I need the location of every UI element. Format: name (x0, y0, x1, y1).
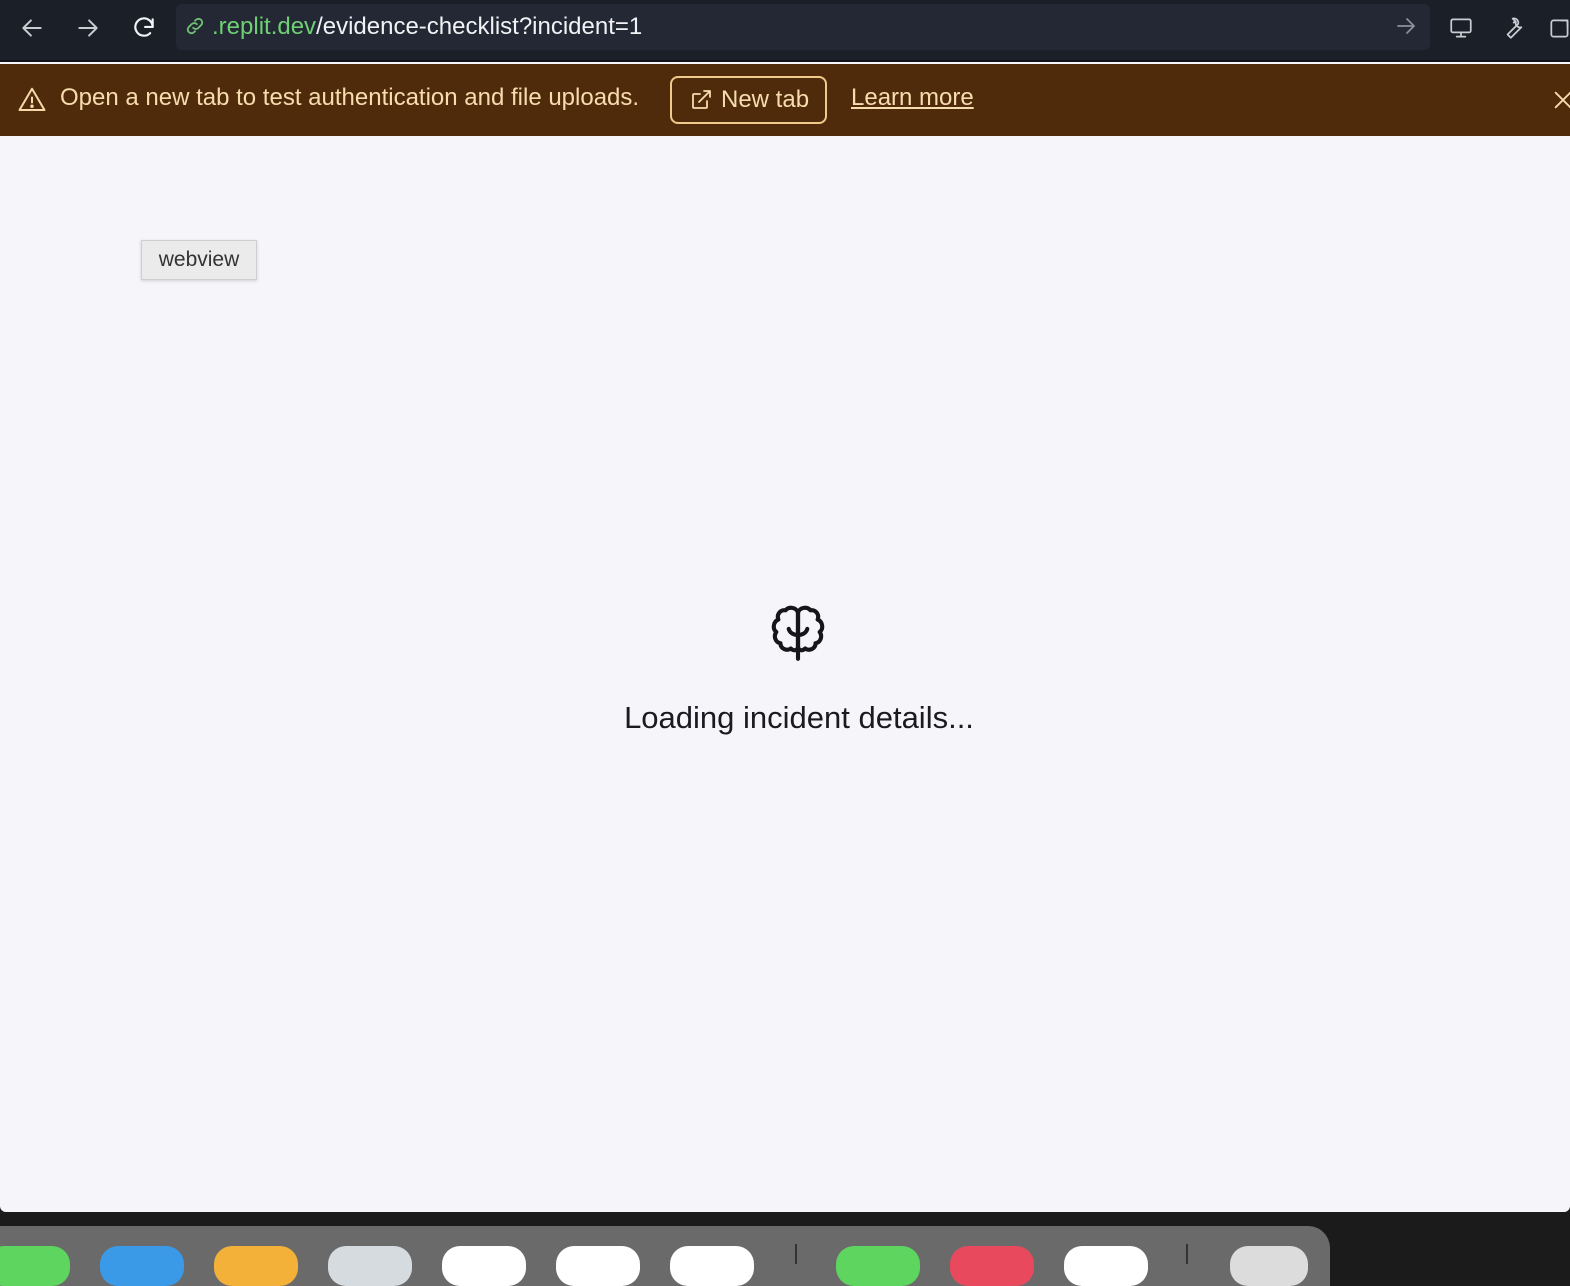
warning-icon (16, 85, 48, 115)
dock-app-facetime[interactable] (836, 1246, 920, 1286)
learn-more-link[interactable]: Learn more (851, 84, 974, 112)
dock-separator (1186, 1244, 1188, 1264)
brain-icon (765, 600, 831, 666)
dock-app-messages[interactable] (0, 1246, 70, 1286)
wrench-icon (1506, 17, 1523, 39)
dock-app-safari[interactable] (670, 1246, 754, 1286)
dock-app-generic[interactable] (556, 1246, 640, 1286)
address-bar[interactable]: .replit.dev/evidence-checklist?incident=… (176, 4, 1430, 50)
back-button[interactable] (12, 8, 52, 48)
reload-button[interactable] (124, 8, 164, 48)
url-host: .replit.dev (212, 13, 317, 40)
forward-button[interactable] (68, 8, 108, 48)
dock-app-finder[interactable] (100, 1246, 184, 1286)
new-tab-button[interactable]: New tab (670, 76, 827, 124)
reload-icon (134, 17, 154, 37)
arrow-right-icon (78, 19, 98, 37)
devices-button[interactable] (1441, 8, 1481, 48)
external-link-icon (689, 88, 713, 112)
dock-app-chrome[interactable] (328, 1246, 412, 1286)
open-external-button[interactable] (1540, 8, 1570, 48)
banner-message: Open a new tab to test authentication an… (60, 84, 640, 111)
browser-window: .replit.dev/evidence-checklist?incident=… (0, 0, 1570, 1212)
url-path: /evidence-checklist?incident=1 (316, 13, 643, 40)
external-window-icon (1550, 19, 1569, 38)
new-tab-label: New tab (721, 86, 810, 113)
webview-label: webview (141, 240, 257, 280)
monitor-icon (1450, 18, 1472, 38)
loading-message: Loading incident details... (624, 700, 974, 735)
dock-app-generic-2[interactable] (1064, 1246, 1148, 1286)
dock-separator (795, 1244, 797, 1264)
close-icon[interactable] (1552, 88, 1570, 112)
browser-toolbar: .replit.dev/evidence-checklist?incident=… (0, 0, 1570, 62)
link-icon (184, 15, 208, 39)
dock-app-notes[interactable] (214, 1246, 298, 1286)
arrow-left-icon (22, 19, 42, 37)
dock-app-music[interactable] (950, 1246, 1034, 1286)
dock-app-calendar[interactable] (442, 1246, 526, 1286)
go-arrow-icon[interactable] (1394, 14, 1420, 40)
devtools-button[interactable] (1493, 8, 1533, 48)
dock-trash[interactable] (1230, 1246, 1308, 1286)
warning-banner: Open a new tab to test authentication an… (0, 64, 1570, 136)
